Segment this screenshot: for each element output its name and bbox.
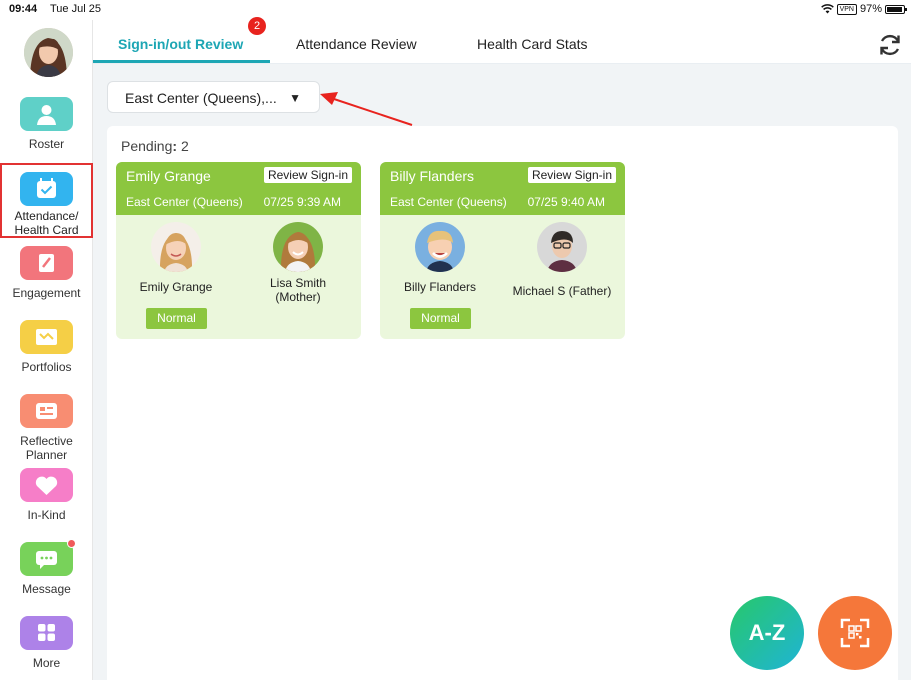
refresh-icon[interactable] <box>877 32 903 58</box>
pending-count: Pending: 2 <box>121 138 189 154</box>
status-time: 09:44 <box>9 3 38 15</box>
pending-value: 2 <box>180 138 189 154</box>
sign-in-card: Billy Flanders Review Sign-in East Cente… <box>380 162 625 339</box>
review-sign-in-button[interactable]: Review Sign-in <box>527 167 616 183</box>
status-bar: 09:44 Tue Jul 25 VPN 97% <box>0 0 911 20</box>
sidebar-item-engagement[interactable]: Engagement <box>0 246 93 304</box>
status-right: VPN 97% <box>820 3 907 15</box>
child-person: Billy Flanders <box>380 222 500 294</box>
vpn-badge: VPN <box>836 3 857 15</box>
sidebar-item-roster[interactable]: Roster <box>0 97 93 155</box>
tab-label: Attendance Review <box>296 36 417 52</box>
guardian-name: Michael S (Father) <box>512 284 612 298</box>
sidebar-item-label: Engagement <box>12 286 81 300</box>
guardian-name: Lisa Smith (Mother) <box>238 276 358 304</box>
pending-badge: 2 <box>248 17 266 35</box>
sidebar-item-message[interactable]: Message <box>0 539 93 600</box>
wifi-icon <box>820 4 834 14</box>
card-header: Billy Flanders Review Sign-in East Cente… <box>380 162 625 215</box>
guardian-photo[interactable] <box>273 222 323 272</box>
tab-label: Sign-in/out Review <box>118 36 244 52</box>
sidebar-item-label: Attendance/ Health Card <box>0 209 93 237</box>
card-time: 07/25 9:40 AM <box>527 195 605 209</box>
tab-bar: Sign-in/out Review 2 Attendance Review H… <box>93 17 911 64</box>
sidebar-item-attendance[interactable]: Attendance/ Health Card <box>0 163 93 238</box>
sidebar-label-line: Reflective <box>20 434 73 448</box>
dropdown-caret-icon: ▼ <box>289 91 301 105</box>
engagement-icon <box>20 246 73 280</box>
health-status-button[interactable]: Normal <box>146 308 207 329</box>
attendance-icon <box>20 172 73 206</box>
child-photo[interactable] <box>415 222 465 272</box>
battery-percent: 97% <box>859 3 882 15</box>
sidebar-item-label: Roster <box>28 137 65 151</box>
sidebar-label-line: Planner <box>25 448 68 462</box>
tab-health-card-stats[interactable]: Health Card Stats <box>477 36 588 52</box>
child-photo[interactable] <box>151 222 201 272</box>
unread-dot <box>67 539 76 548</box>
guardian-name-line: Lisa Smith <box>269 276 327 290</box>
tab-attendance-review[interactable]: Attendance Review <box>296 36 417 52</box>
tab-sign-in-out-review[interactable]: Sign-in/out Review <box>118 36 243 52</box>
card-header: Emily Grange Review Sign-in East Center … <box>116 162 361 215</box>
pending-label: Pending <box>121 138 173 154</box>
tab-label: Health Card Stats <box>477 36 588 52</box>
card-time: 07/25 9:39 AM <box>263 195 341 209</box>
guardian-person: Michael S (Father) <box>502 222 622 298</box>
center-selector[interactable]: East Center (Queens),... ▼ <box>107 81 320 113</box>
sidebar-item-portfolios[interactable]: Portfolios <box>0 320 93 378</box>
roster-icon <box>20 97 73 131</box>
sign-in-card: Emily Grange Review Sign-in East Center … <box>116 162 361 339</box>
sidebar-item-label: Message <box>22 582 71 596</box>
message-icon <box>20 539 76 576</box>
active-tab-indicator <box>93 60 270 63</box>
status-date: Tue Jul 25 <box>50 3 101 15</box>
card-center: East Center (Queens) <box>390 195 507 209</box>
card-center: East Center (Queens) <box>126 195 243 209</box>
sidebar-item-in-kind[interactable]: In-Kind <box>0 468 93 526</box>
guardian-photo[interactable] <box>537 222 587 272</box>
guardian-relation: (Mother) <box>275 290 321 304</box>
user-avatar[interactable] <box>24 28 73 77</box>
review-sign-in-button[interactable]: Review Sign-in <box>263 167 352 183</box>
child-name: Billy Flanders <box>403 280 477 294</box>
child-person: Emily Grange <box>116 222 236 294</box>
sidebar-item-reflective-planner[interactable]: Reflective Planner <box>0 394 93 469</box>
center-selector-value: East Center (Queens),... <box>125 90 277 106</box>
qr-scan-button[interactable] <box>818 596 892 670</box>
sidebar-item-label: In-Kind <box>27 508 66 522</box>
sidebar: Roster Attendance/ Health Card Engagemen… <box>0 20 93 680</box>
sidebar-label-line: Attendance/ <box>14 209 79 223</box>
sidebar-label-line: Health Card <box>14 223 79 237</box>
card-child-name: Emily Grange <box>126 168 211 184</box>
sidebar-item-more[interactable]: More <box>0 616 93 674</box>
sidebar-item-label: Reflective Planner <box>0 434 93 462</box>
guardian-person: Lisa Smith (Mother) <box>238 222 358 304</box>
sidebar-item-label: Portfolios <box>21 360 72 374</box>
child-name: Emily Grange <box>139 280 213 294</box>
pending-separator: : <box>172 138 178 154</box>
health-status-button[interactable]: Normal <box>410 308 471 329</box>
sort-a-z-button[interactable]: A-Z <box>730 596 804 670</box>
portfolios-icon <box>20 320 73 354</box>
annotation-arrow <box>320 92 413 126</box>
card-child-name: Billy Flanders <box>390 168 475 184</box>
sidebar-item-label: More <box>32 656 61 670</box>
battery-icon <box>885 4 907 14</box>
qr-scan-icon <box>840 618 870 648</box>
grid-icon <box>20 616 73 650</box>
planner-icon <box>20 394 73 428</box>
heart-icon <box>20 468 73 502</box>
